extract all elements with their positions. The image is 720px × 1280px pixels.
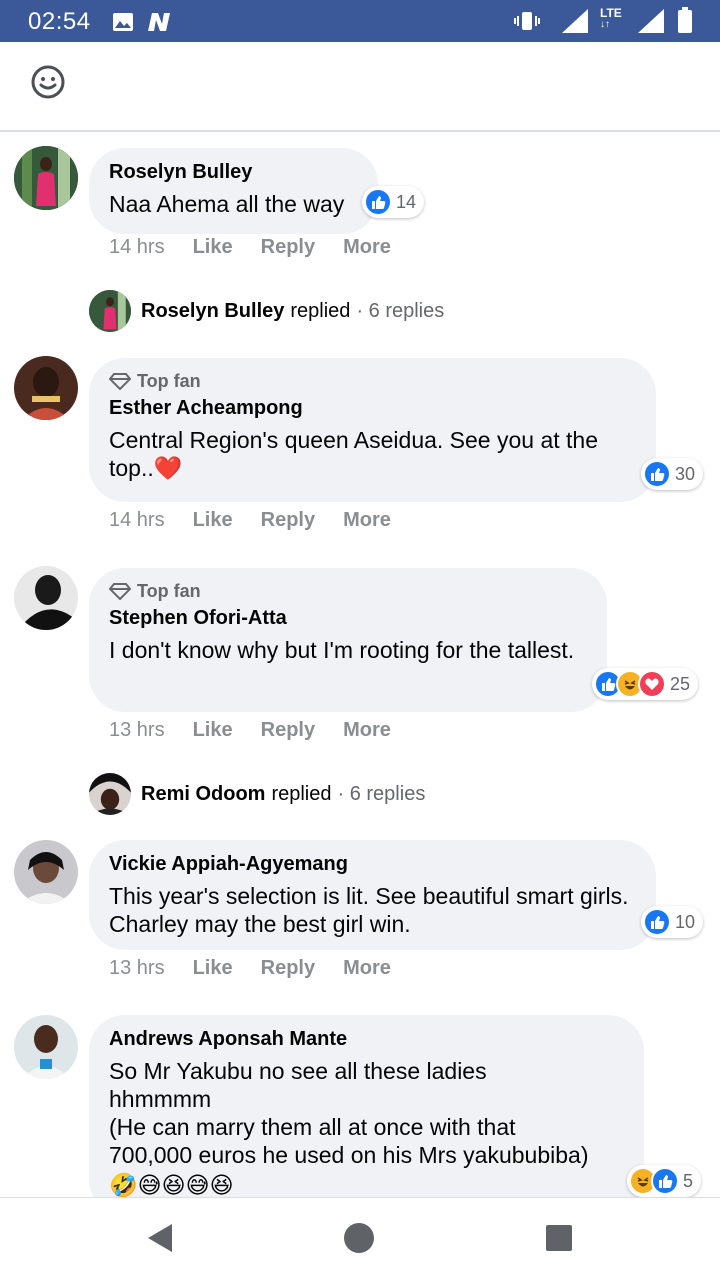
comments-feed[interactable]: Roselyn Bulley Naa Ahema all the way 14 … [0, 132, 720, 1197]
reaction-summary[interactable]: 30 [641, 458, 704, 490]
comment-actions: 13 hrs Like Reply More [109, 719, 419, 742]
reaction-count: 30 [675, 463, 696, 484]
more-button[interactable]: More [343, 509, 391, 532]
reply-author[interactable]: Remi Odoom [141, 783, 265, 806]
reply-button[interactable]: Reply [261, 509, 315, 532]
back-icon[interactable] [146, 1222, 174, 1254]
diamond-icon [109, 583, 131, 600]
comment-time: 13 hrs [109, 957, 165, 979]
comment-author[interactable]: Stephen Ofori-Atta [109, 604, 587, 632]
top-fan-label: Top fan [137, 580, 201, 601]
reaction-summary[interactable]: 14 [362, 186, 425, 218]
like-button[interactable]: Like [193, 957, 233, 980]
network-label: LTE [600, 6, 622, 20]
more-button[interactable]: More [343, 236, 391, 259]
comment-text-line: So Mr Yakubu no see all these ladies [109, 1058, 487, 1084]
emoji-row: 🤣😅😆😅😆 [109, 1172, 234, 1197]
like-button[interactable]: Like [193, 509, 233, 532]
comment-actions: 14 hrs Like Reply More [109, 236, 419, 259]
avatar-image [14, 1015, 78, 1079]
data-arrows-icon: ↓↑ [600, 19, 610, 30]
comment-time: 13 hrs [109, 719, 165, 741]
home-icon[interactable] [343, 1222, 375, 1254]
avatar[interactable] [14, 146, 78, 210]
reply-count: · 6 replies [356, 299, 445, 322]
more-button[interactable]: More [343, 957, 391, 980]
like-reaction-icon [643, 460, 671, 488]
avatar[interactable] [14, 566, 78, 630]
reply-button[interactable]: Reply [261, 236, 315, 259]
comment-text: This year's selection is lit. See beauti… [109, 883, 629, 937]
avatar [89, 290, 131, 332]
smiley-icon[interactable] [30, 64, 66, 100]
status-time: 02:54 [28, 8, 91, 35]
comment-text: So Mr Yakubu no see all these ladies hhm… [109, 1057, 624, 1197]
app-n-icon [148, 13, 170, 31]
comment-time: 14 hrs [109, 509, 165, 531]
status-bar: 02:54 LTE ↓↑ [0, 0, 720, 42]
comment-actions: 13 hrs Like Reply More [109, 957, 419, 980]
recents-icon[interactable] [545, 1224, 573, 1252]
top-fan-label: Top fan [137, 370, 201, 391]
top-fan-badge: Top fan [109, 578, 587, 604]
like-reaction-icon [643, 908, 671, 936]
system-nav-bar [0, 1197, 720, 1280]
comment-toolbar [0, 42, 720, 132]
battery-icon [678, 7, 692, 33]
like-reaction-icon [364, 188, 392, 216]
like-button[interactable]: Like [193, 236, 233, 259]
more-button[interactable]: More [343, 719, 391, 742]
gallery-icon [113, 13, 133, 31]
comment-time: 14 hrs [109, 236, 165, 258]
signal-icon [562, 9, 588, 33]
comment-author[interactable]: Esther Acheampong [109, 394, 636, 422]
reply-thread-link[interactable]: Roselyn Bulley replied · 6 replies [89, 290, 444, 332]
vibrate-icon [514, 12, 540, 30]
comment-bubble[interactable]: Roselyn Bulley Naa Ahema all the way [89, 148, 378, 234]
like-reaction-icon [651, 1167, 679, 1195]
comment-text-line: hhmmmm [109, 1086, 212, 1112]
comment-text-line: (He can marry them all at once with that [109, 1114, 516, 1140]
reply-thread-link[interactable]: Remi Odoom replied · 6 replies [89, 773, 425, 815]
reaction-summary[interactable]: 25 [592, 668, 699, 700]
avatar-image [14, 566, 78, 630]
reaction-count: 25 [670, 673, 691, 694]
replied-label: replied [271, 782, 332, 805]
diamond-icon [109, 373, 131, 390]
top-fan-badge: Top fan [109, 368, 636, 394]
reply-button[interactable]: Reply [261, 957, 315, 980]
comment-bubble[interactable]: Top fan Stephen Ofori-Atta I don't know … [89, 568, 607, 712]
comment-bubble[interactable]: Andrews Aponsah Mante So Mr Yakubu no se… [89, 1015, 644, 1197]
avatar[interactable] [14, 840, 78, 904]
reaction-summary[interactable]: 10 [641, 906, 704, 938]
comment-author[interactable]: Andrews Aponsah Mante [109, 1025, 624, 1053]
reply-count: · 6 replies [337, 782, 426, 805]
avatar [89, 773, 131, 815]
reaction-count: 5 [683, 1170, 694, 1191]
reply-button[interactable]: Reply [261, 719, 315, 742]
avatar-image [14, 840, 78, 904]
signal-icon-2 [638, 9, 664, 33]
comment-bubble[interactable]: Vickie Appiah-Agyemang This year's selec… [89, 840, 656, 950]
avatar-image [14, 356, 78, 420]
avatar[interactable] [14, 1015, 78, 1079]
love-reaction-icon [638, 670, 666, 698]
reply-author[interactable]: Roselyn Bulley [141, 300, 284, 323]
comment-text: I don't know why but I'm rooting for the… [109, 637, 575, 663]
comment-bubble[interactable]: Top fan Esther Acheampong Central Region… [89, 358, 656, 502]
comment-text: Central Region's queen Aseidua. See you … [109, 427, 599, 481]
replied-label: replied [290, 299, 351, 322]
comment-author[interactable]: Vickie Appiah-Agyemang [109, 850, 636, 878]
comment-text-line: 700,000 euros he used on his Mrs yakubub… [109, 1142, 589, 1168]
reaction-count: 10 [675, 911, 696, 932]
like-button[interactable]: Like [193, 719, 233, 742]
avatar-image [14, 146, 78, 210]
reaction-summary[interactable]: 5 [627, 1165, 702, 1197]
network-type: LTE ↓↑ [600, 6, 622, 30]
comment-text: Naa Ahema all the way [109, 191, 345, 217]
comment-actions: 14 hrs Like Reply More [109, 509, 419, 532]
avatar[interactable] [14, 356, 78, 420]
comment-author[interactable]: Roselyn Bulley [109, 158, 358, 186]
reaction-count: 14 [396, 191, 417, 212]
